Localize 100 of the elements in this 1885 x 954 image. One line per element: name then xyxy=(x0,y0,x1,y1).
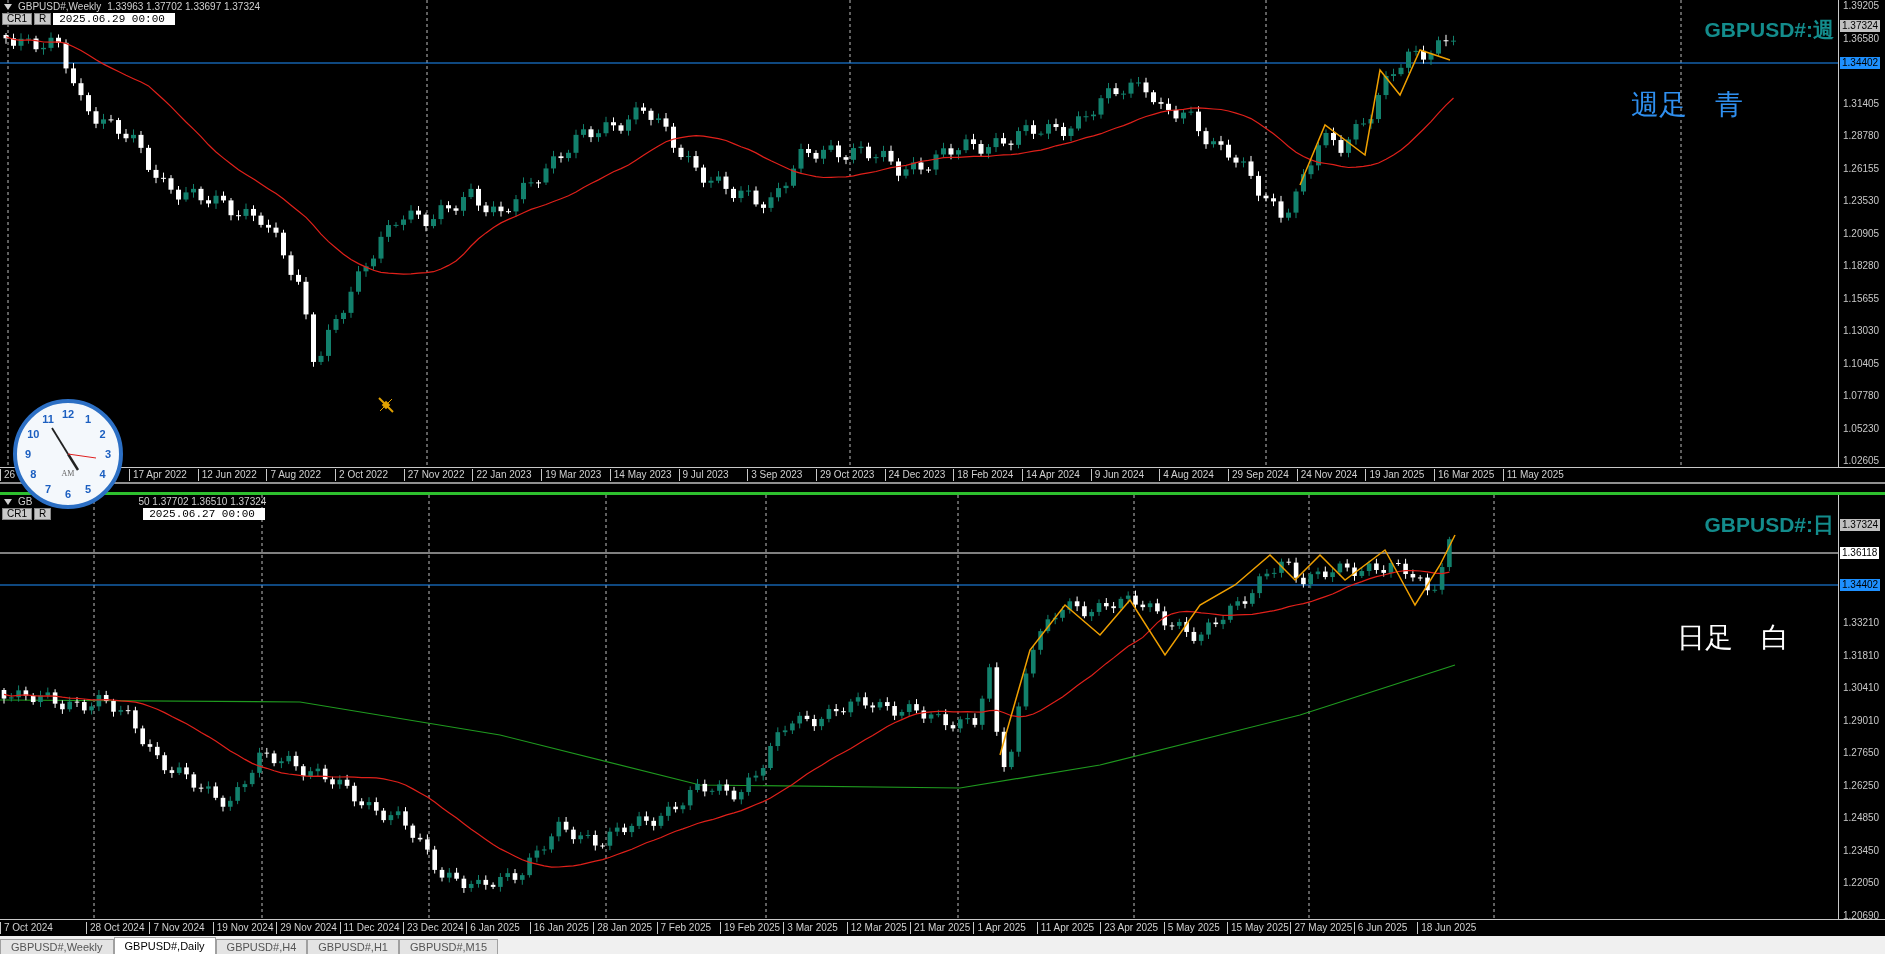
price-marker: 1.34402 xyxy=(1840,579,1881,592)
price-label: 1.39205 xyxy=(1843,0,1880,12)
price-label: 1.31405 xyxy=(1843,97,1880,110)
clock-numeral: 1 xyxy=(84,413,92,426)
clock-numeral: 6 xyxy=(64,488,72,500)
chart-note: 週足 青 xyxy=(1631,88,1743,122)
time-label: 29 Sep 2024 xyxy=(1228,469,1297,481)
time-label: 22 Jan 2023 xyxy=(472,469,542,481)
clock-numeral: 2 xyxy=(99,428,106,440)
price-label: 1.13030 xyxy=(1843,325,1880,337)
time-label: 12 Mar 2025 xyxy=(846,922,911,935)
clock-numeral: 11 xyxy=(42,413,54,426)
date-field[interactable]: 2025.06.27 00:00 xyxy=(143,508,266,521)
symbol-label: GBPUSD#,Weekly xyxy=(18,1,102,12)
time-label: 29 Nov 2024 xyxy=(276,922,340,935)
time-label: 18 Jun 2025 xyxy=(1417,922,1481,935)
symbol-label: GB xyxy=(18,496,33,508)
time-label: 6 Jan 2025 xyxy=(466,922,530,935)
time-label: 2 Oct 2022 xyxy=(335,469,404,481)
clock-numeral: 9 xyxy=(24,448,32,460)
clock-numeral: 10 xyxy=(27,428,40,440)
price-label: 1.07780 xyxy=(1843,390,1880,402)
time-label: 17 Apr 2022 xyxy=(129,469,198,481)
chart-button[interactable]: CR1 xyxy=(2,508,32,521)
price-label: 1.36580 xyxy=(1843,32,1880,45)
price-marker: 1.37324 xyxy=(1840,20,1881,32)
price-label: 1.05230 xyxy=(1843,422,1880,435)
time-label: 7 Aug 2022 xyxy=(266,469,336,481)
time-label: 27 May 2025 xyxy=(1290,922,1354,935)
price-label: 1.23530 xyxy=(1843,195,1880,207)
time-label: 19 Nov 2024 xyxy=(212,922,277,935)
time-label: 24 Dec 2023 xyxy=(884,469,954,481)
chart-button[interactable]: R xyxy=(34,13,52,25)
time-label: 28 Oct 2024 xyxy=(86,922,150,935)
clock-numeral: 3 xyxy=(104,448,112,460)
clock-numeral: 8 xyxy=(30,468,37,480)
price-label: 1.18280 xyxy=(1843,260,1880,272)
chart-tab[interactable]: GBPUSD#,H1 xyxy=(307,939,399,954)
time-label: 1 Apr 2025 xyxy=(973,922,1037,935)
price-marker: 1.36118 xyxy=(1840,547,1880,560)
time-label: 27 Nov 2022 xyxy=(403,469,473,481)
price-label: 1.33210 xyxy=(1843,617,1880,630)
clock-numeral: 4 xyxy=(99,468,106,480)
time-label: 23 Apr 2025 xyxy=(1100,922,1164,935)
time-label: 15 May 2025 xyxy=(1227,922,1291,935)
clock-numeral: 7 xyxy=(44,482,52,495)
price-label: 1.02605 xyxy=(1843,455,1880,467)
price-marker: 1.34402 xyxy=(1840,57,1881,69)
chart-button[interactable]: R xyxy=(34,508,52,521)
time-label: 16 Jan 2025 xyxy=(529,922,594,935)
clock-numeral: 12 xyxy=(61,408,75,420)
price-label: 1.10405 xyxy=(1843,357,1880,370)
price-label: 1.23450 xyxy=(1843,844,1880,857)
date-field[interactable]: 2025.06.29 00:00 xyxy=(53,13,176,25)
chart-title: GBPUSD#:週 xyxy=(1704,17,1834,43)
time-label: 4 Aug 2024 xyxy=(1159,469,1228,481)
chart-note: 日足 白 xyxy=(1677,621,1789,656)
chart-tab[interactable]: GBPUSD#,Daily xyxy=(113,937,216,954)
time-label: 6 Jun 2025 xyxy=(1353,922,1418,935)
price-label: 1.27650 xyxy=(1843,747,1880,760)
time-label: 11 May 2025 xyxy=(1502,469,1572,481)
chart-title: GBPUSD#:日 xyxy=(1704,512,1834,539)
time-label: 24 Nov 2024 xyxy=(1296,469,1366,481)
time-label: 5 May 2025 xyxy=(1163,922,1228,935)
price-label: 1.26155 xyxy=(1843,162,1880,175)
price-label: 1.15655 xyxy=(1843,292,1880,305)
time-label: 7 Oct 2024 xyxy=(0,922,86,935)
time-label: 19 Mar 2023 xyxy=(541,469,610,481)
price-label: 1.30410 xyxy=(1843,682,1880,695)
price-label: 1.28780 xyxy=(1843,130,1880,142)
time-label: 14 May 2023 xyxy=(609,469,679,481)
time-label: 7 Nov 2024 xyxy=(149,922,213,935)
time-label: 16 Mar 2025 xyxy=(1434,469,1503,481)
chart-tab[interactable]: GBPUSD#,H4 xyxy=(215,939,308,954)
price-label: 1.20905 xyxy=(1843,227,1880,240)
chart-button[interactable]: CR1 xyxy=(2,13,32,25)
time-label: 18 Feb 2024 xyxy=(953,469,1022,481)
time-label: 11 Apr 2025 xyxy=(1036,922,1101,935)
price-label: 1.22050 xyxy=(1843,877,1880,890)
time-label: 19 Feb 2025 xyxy=(719,922,784,935)
clock-numeral: 5 xyxy=(84,482,92,495)
time-label: 9 Jul 2023 xyxy=(678,469,748,481)
clock-period: AM xyxy=(61,469,75,478)
price-label: 1.29010 xyxy=(1843,714,1880,727)
time-label: 12 Jun 2022 xyxy=(197,469,267,481)
time-label: 29 Oct 2023 xyxy=(815,469,885,481)
time-label: 14 Apr 2024 xyxy=(1021,469,1091,481)
price-label: 1.24850 xyxy=(1843,812,1880,825)
price-label: 1.26250 xyxy=(1843,779,1880,792)
time-label: 28 Jan 2025 xyxy=(593,922,657,935)
ohlc-values: 1.33963 1.37702 1.33697 1.37324 xyxy=(107,1,261,12)
time-label: 3 Sep 2023 xyxy=(747,469,816,481)
price-label: 1.31810 xyxy=(1843,649,1880,662)
chart-tab[interactable]: GBPUSD#,M15 xyxy=(399,939,498,954)
time-label: 7 Feb 2025 xyxy=(656,922,720,935)
chart-tab[interactable]: GBPUSD#,Weekly xyxy=(0,939,114,954)
price-marker: 1.37324 xyxy=(1840,519,1881,532)
price-label: 1.20690 xyxy=(1843,909,1880,922)
time-label: 19 Jan 2025 xyxy=(1365,469,1435,481)
time-label: 9 Jun 2024 xyxy=(1090,469,1160,481)
